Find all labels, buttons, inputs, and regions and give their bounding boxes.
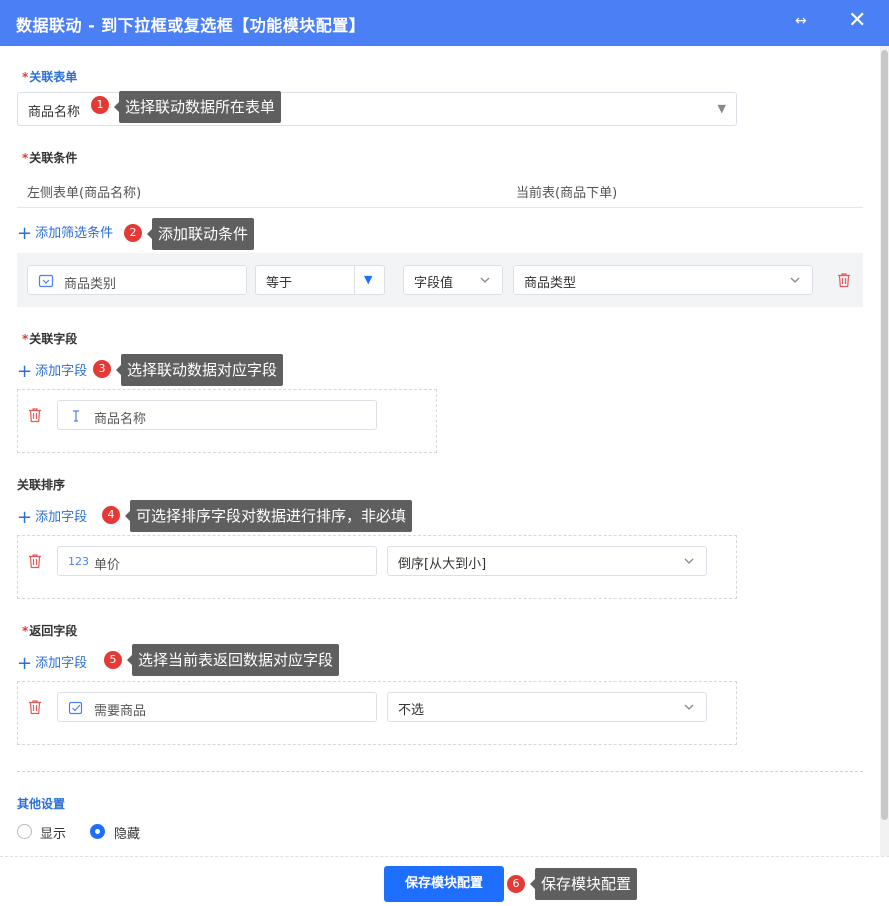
return-field-value: 需要商品 xyxy=(94,704,147,719)
plus-icon: + xyxy=(17,507,33,528)
sort-field-item[interactable]: 123 单价 xyxy=(57,546,377,576)
other-settings-label: 其他设置 xyxy=(17,797,66,811)
condition-field-value: 商品类别 xyxy=(64,277,117,292)
footer-divider xyxy=(0,856,889,857)
step-badge-1: 1 xyxy=(91,96,109,114)
return-mode-select[interactable]: 不选 xyxy=(387,692,707,722)
return-fields-box: 需要商品 不选 xyxy=(17,681,737,745)
sort-label: 关联排序 xyxy=(17,478,66,492)
return-fields-label: *返回字段 xyxy=(22,624,78,638)
scrollbar[interactable] xyxy=(880,46,889,856)
step-badge-2: 2 xyxy=(124,224,142,242)
condition-row: 商品类别 等于 ▼ 字段值 商品类型 xyxy=(17,253,863,307)
checkbox-field-icon xyxy=(68,701,83,715)
condition-field-select[interactable]: 商品类别 xyxy=(27,265,247,295)
dropdown-field-icon xyxy=(38,274,54,288)
radio-show-label: 显示 xyxy=(40,827,67,842)
conditions-left-header: 左侧表单(商品名称) xyxy=(27,186,142,201)
sort-box: 123 单价 倒序[从大到小] xyxy=(17,535,737,599)
tooltip-6: 保存模块配置 xyxy=(529,868,638,900)
return-mode-value: 不选 xyxy=(398,703,425,718)
add-condition-link[interactable]: + 添加筛选条件 xyxy=(17,222,113,244)
delete-field-icon[interactable] xyxy=(28,407,42,423)
related-form-label: *关联表单 xyxy=(22,70,78,84)
related-form-value: 商品名称 xyxy=(28,105,81,120)
plus-icon: + xyxy=(17,361,33,382)
condition-value-select[interactable]: 商品类型 xyxy=(513,265,813,295)
condition-value-type-select[interactable]: 字段值 xyxy=(403,265,503,295)
divider xyxy=(17,207,863,208)
conditions-right-header: 当前表(商品下单) xyxy=(516,186,618,201)
step-badge-6: 6 xyxy=(507,875,525,893)
number-field-icon: 123 xyxy=(68,555,89,568)
section-divider xyxy=(17,771,863,772)
dialog-titlebar: 数据联动 - 到下拉框或复选框【功能模块配置】 ↔ ✕ xyxy=(0,0,889,46)
condition-value-type: 字段值 xyxy=(414,276,454,291)
tooltip-5: 选择当前表返回数据对应字段 xyxy=(126,644,340,676)
sort-order-value: 倒序[从大到小] xyxy=(398,557,487,572)
text-field-icon xyxy=(73,410,79,422)
step-badge-5: 5 xyxy=(104,651,122,669)
conditions-label: *关联条件 xyxy=(22,151,78,165)
caret-down-icon: ▼ xyxy=(364,273,373,286)
return-field-item[interactable]: 需要商品 xyxy=(57,692,377,722)
expand-icon[interactable]: ↔ xyxy=(795,13,807,29)
radio-hide[interactable] xyxy=(90,824,105,839)
radio-show[interactable] xyxy=(17,824,32,839)
related-fields-label: *关联字段 xyxy=(22,332,78,346)
caret-down-icon: ▼ xyxy=(717,102,726,115)
delete-sort-icon[interactable] xyxy=(28,553,42,569)
delete-condition-icon[interactable] xyxy=(837,272,851,288)
chevron-down-icon xyxy=(684,558,694,564)
tooltip-1: 选择联动数据所在表单 xyxy=(113,91,282,123)
radio-hide-label: 隐藏 xyxy=(114,827,141,842)
chevron-down-icon xyxy=(790,277,800,283)
add-sort-field-link[interactable]: + 添加字段 xyxy=(17,506,87,528)
chevron-down-icon xyxy=(684,704,694,710)
condition-value: 商品类型 xyxy=(524,276,577,291)
related-fields-box: 商品名称 xyxy=(17,389,437,453)
plus-icon: + xyxy=(17,223,33,244)
chevron-down-icon xyxy=(480,277,490,283)
save-config-button[interactable]: 保存模块配置 xyxy=(384,866,504,902)
related-field-value: 商品名称 xyxy=(94,412,147,427)
plus-icon: + xyxy=(17,653,33,674)
dialog-title: 数据联动 - 到下拉框或复选框【功能模块配置】 xyxy=(16,16,366,35)
add-return-field-link[interactable]: + 添加字段 xyxy=(17,652,87,674)
add-related-field-link[interactable]: + 添加字段 xyxy=(17,360,87,382)
delete-return-icon[interactable] xyxy=(28,699,42,715)
condition-operator-value: 等于 xyxy=(266,276,293,291)
condition-operator-select[interactable]: 等于 ▼ xyxy=(255,265,385,295)
tooltip-4: 可选择排序字段对数据进行排序，非必填 xyxy=(124,500,413,532)
close-icon[interactable]: ✕ xyxy=(848,9,866,33)
step-badge-4: 4 xyxy=(102,506,120,524)
tooltip-2: 添加联动条件 xyxy=(146,218,255,250)
sort-field-value: 单价 xyxy=(94,558,121,573)
scrollbar-thumb[interactable] xyxy=(881,50,888,820)
related-field-item[interactable]: 商品名称 xyxy=(57,400,377,430)
operator-separator xyxy=(354,266,355,294)
step-badge-3: 3 xyxy=(93,360,111,378)
tooltip-3: 选择联动数据对应字段 xyxy=(115,354,284,386)
sort-order-select[interactable]: 倒序[从大到小] xyxy=(387,546,707,576)
